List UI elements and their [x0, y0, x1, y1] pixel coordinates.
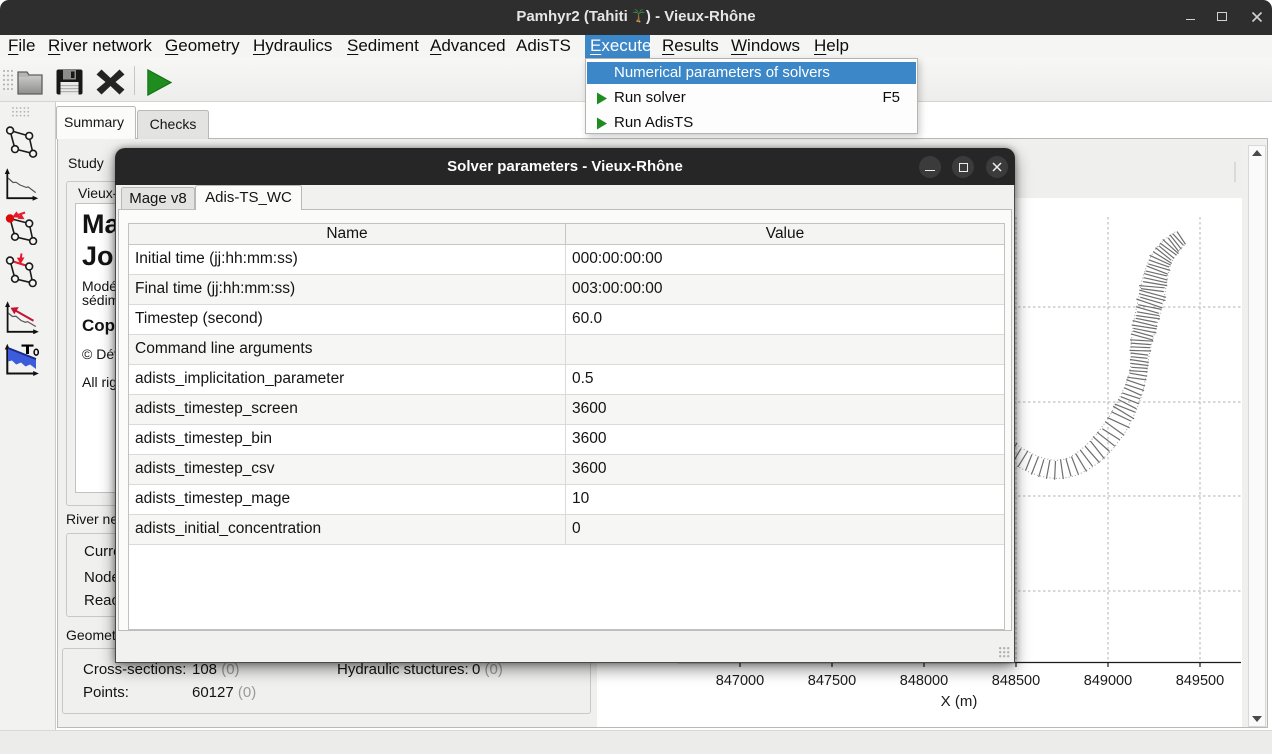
- svg-text:849000: 849000: [1084, 673, 1132, 689]
- svg-text:848500: 848500: [992, 673, 1040, 689]
- svg-text:849500: 849500: [1176, 673, 1224, 689]
- svg-text:847500: 847500: [808, 673, 856, 689]
- svg-text:847000: 847000: [716, 673, 764, 689]
- svg-text:848000: 848000: [900, 673, 948, 689]
- svg-text:X (m): X (m): [941, 693, 978, 710]
